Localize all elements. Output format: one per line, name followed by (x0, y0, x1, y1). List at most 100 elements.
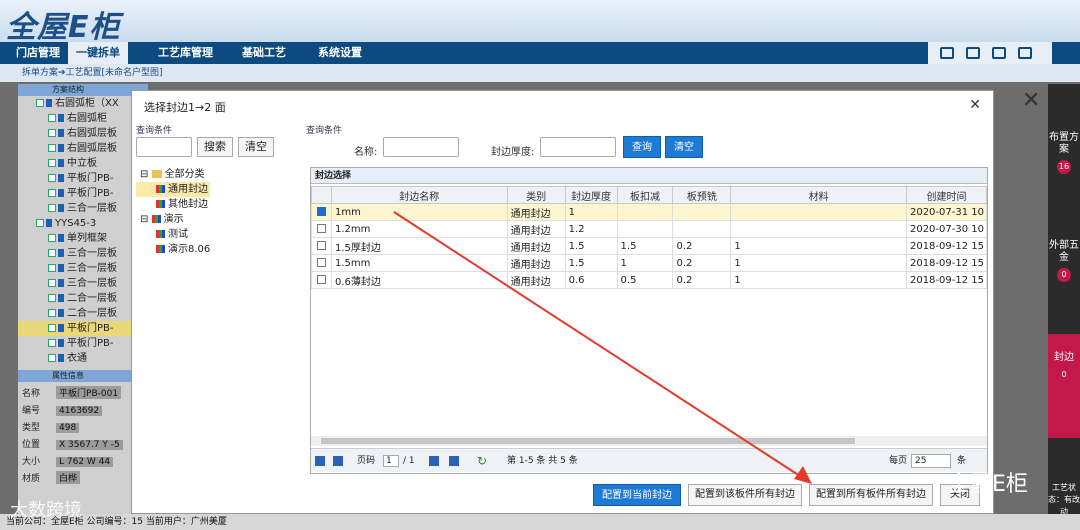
clear-button[interactable]: 清空 (238, 137, 274, 157)
apply-current-edge-button[interactable]: 配置到当前封边 (593, 484, 681, 506)
tree-item[interactable]: 右圆弧柜 (18, 111, 148, 126)
per-page-select[interactable]: 25 (911, 454, 951, 468)
tree-item[interactable]: 平板门PB- (18, 321, 148, 336)
checkbox[interactable] (48, 234, 56, 242)
category-item[interactable]: 其他封边 (136, 197, 210, 212)
nav-basic-craft[interactable]: 基础工艺 (234, 42, 294, 64)
row-checkbox[interactable] (316, 207, 326, 216)
checkbox[interactable] (48, 279, 56, 287)
checkbox[interactable] (48, 324, 56, 332)
column-header[interactable]: 封边厚度 (564, 186, 618, 204)
tree-item[interactable]: 中立板 (18, 156, 148, 171)
name-input[interactable] (383, 137, 459, 157)
prev-page-icon[interactable] (333, 456, 343, 466)
column-header[interactable]: 板扣减 (616, 186, 674, 204)
tree-item[interactable]: 三合一层板 (18, 276, 148, 291)
tree-item[interactable]: 三合一层板 (18, 261, 148, 276)
tree-item[interactable]: YYS45-3 (18, 216, 148, 231)
sidebar-hardware[interactable]: 外部五金 0 (1048, 240, 1080, 282)
table-row[interactable]: 1.5厚封边 通用封边 1.5 1.5 0.2 1 2018-09-12 15 (311, 237, 988, 255)
nav-settings[interactable]: 系统设置 (310, 42, 370, 64)
tree-item[interactable]: 右圆弧层板 (18, 126, 148, 141)
checkbox[interactable] (48, 204, 56, 212)
table-row[interactable]: 1mm 通用封边 1 2020-07-31 10 (311, 203, 988, 221)
thickness-input[interactable] (540, 137, 616, 157)
checkbox[interactable] (36, 219, 44, 227)
first-page-icon[interactable] (315, 456, 325, 466)
tree-item[interactable]: 右圆弧层板 (18, 141, 148, 156)
table-row[interactable]: 0.6薄封边 通用封边 0.6 0.5 0.2 1 2018-09-12 15 (311, 271, 988, 289)
column-header[interactable]: 材料 (730, 186, 907, 204)
tree-item[interactable]: 二合一层板 (18, 291, 148, 306)
row-select-cell[interactable] (311, 271, 332, 289)
category-item[interactable]: 演示8.06 (136, 242, 210, 257)
checkbox[interactable] (48, 144, 56, 152)
nav-craft-lib[interactable]: 工艺库管理 (150, 42, 221, 64)
row-checkbox[interactable] (316, 224, 326, 233)
category-item[interactable]: 测试 (136, 227, 210, 242)
checkbox[interactable] (48, 294, 56, 302)
checkbox[interactable] (48, 159, 56, 167)
table-row[interactable]: 1.2mm 通用封边 1.2 2020-07-30 10 (311, 220, 988, 238)
last-page-icon[interactable] (449, 456, 459, 466)
user-icon[interactable] (992, 47, 1006, 59)
expand-icon[interactable]: ⊟ (140, 169, 152, 180)
category-item[interactable]: ⊟ 全部分类 (136, 167, 210, 182)
checkbox[interactable] (48, 309, 56, 317)
close-icon[interactable]: ✕ (1022, 88, 1040, 113)
category-item[interactable]: ⊟ 演示 (136, 212, 210, 227)
nav-split[interactable]: 一键拆单 (68, 42, 128, 64)
close-icon[interactable]: ✕ (969, 97, 981, 113)
gear-icon[interactable] (1018, 47, 1032, 59)
search-input[interactable] (136, 137, 192, 157)
checkbox[interactable] (48, 354, 56, 362)
category-item[interactable]: 通用封边 (136, 182, 211, 197)
reset-button[interactable]: 清空 (665, 136, 703, 158)
page-input[interactable]: 1 (383, 455, 399, 467)
row-checkbox[interactable] (316, 258, 326, 267)
row-select-cell[interactable] (311, 254, 332, 272)
checkbox[interactable] (48, 264, 56, 272)
save-icon[interactable] (940, 47, 954, 59)
checkbox[interactable] (36, 99, 44, 107)
checkbox[interactable] (48, 174, 56, 182)
tree-item[interactable]: 右圆弧柜（XX (18, 96, 148, 111)
row-select-cell[interactable] (311, 203, 332, 221)
expand-icon[interactable]: ⊟ (140, 214, 152, 225)
tree-item[interactable]: 三合一层板 (18, 201, 148, 216)
apply-board-edges-button[interactable]: 配置到该板件所有封边 (688, 484, 802, 506)
column-header[interactable]: 封边名称 (330, 186, 508, 204)
row-select-cell[interactable] (311, 220, 332, 238)
checkbox[interactable] (48, 339, 56, 347)
query-button[interactable]: 查询 (623, 136, 661, 158)
checkbox[interactable] (48, 249, 56, 257)
tree-item[interactable]: 平板门PB- (18, 171, 148, 186)
tree-item[interactable]: 平板门PB- (18, 336, 148, 351)
checkbox[interactable] (48, 129, 56, 137)
search-button[interactable]: 搜索 (197, 137, 233, 157)
column-header[interactable]: 板预铣 (672, 186, 732, 204)
checkbox[interactable] (48, 189, 56, 197)
refresh-icon[interactable]: ↻ (477, 449, 487, 473)
scroll-thumb[interactable] (321, 438, 855, 444)
table-row[interactable]: 1.5mm 通用封边 1.5 1 0.2 1 2018-09-12 15 (311, 254, 988, 272)
checkbox[interactable] (48, 114, 56, 122)
column-header[interactable]: 创建时间 (905, 186, 988, 204)
apply-all-boards-button[interactable]: 配置到所有板件所有封边 (809, 484, 933, 506)
horizontal-scrollbar[interactable] (311, 436, 987, 446)
row-checkbox[interactable] (316, 241, 326, 250)
tree-item[interactable]: 三合一层板 (18, 246, 148, 261)
column-header[interactable]: 类别 (506, 186, 566, 204)
sidebar-layout[interactable]: 布置方案 16 (1048, 132, 1080, 174)
print-icon[interactable] (966, 47, 980, 59)
tree-item[interactable]: 单列框架 (18, 231, 148, 246)
sidebar-edge[interactable]: 封边 0 (1048, 334, 1080, 438)
nav-store[interactable]: 门店管理 (8, 42, 68, 64)
row-checkbox[interactable] (316, 275, 326, 284)
row-select-cell[interactable] (311, 237, 332, 255)
table-cell: 0.2 (672, 254, 732, 272)
next-page-icon[interactable] (429, 456, 439, 466)
tree-item[interactable]: 二合一层板 (18, 306, 148, 321)
tree-item[interactable]: 平板门PB- (18, 186, 148, 201)
tree-item[interactable]: 衣通 (18, 351, 148, 366)
